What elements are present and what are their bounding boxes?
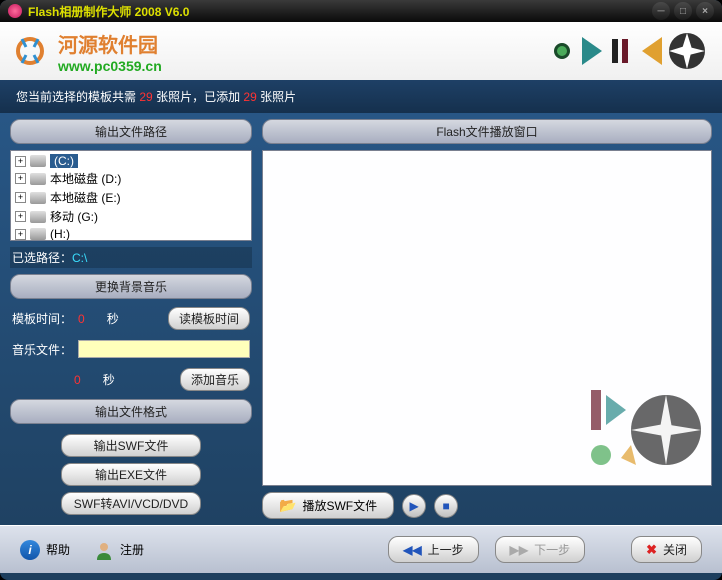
- output-path-header: 输出文件路径: [10, 119, 252, 144]
- tree-item[interactable]: + 本地磁盘 (E:): [13, 188, 249, 207]
- close-button[interactable]: ×: [696, 2, 714, 20]
- playback-controls: 📂 播放SWF文件 ▶ ■: [262, 492, 712, 519]
- tree-item[interactable]: + 移动 (G:): [13, 207, 249, 226]
- output-swf-button[interactable]: 输出SWF文件: [61, 434, 201, 457]
- minimize-button[interactable]: ─: [652, 2, 670, 20]
- template-time-value: 0: [78, 312, 85, 326]
- disk-icon: [30, 192, 46, 204]
- add-music-button[interactable]: 添加音乐: [180, 368, 250, 391]
- read-template-time-button[interactable]: 读模板时间: [168, 307, 250, 330]
- register-button[interactable]: 注册: [94, 540, 144, 560]
- user-icon: [94, 540, 114, 560]
- stop-button[interactable]: ■: [434, 494, 458, 518]
- prev-label: 上一步: [428, 541, 464, 558]
- logo-area: 河源软件园 www.pc0359.cn: [58, 29, 162, 74]
- disk-icon: [30, 228, 46, 240]
- tree-item[interactable]: + (H:): [13, 226, 249, 241]
- output-exe-button[interactable]: 输出EXE文件: [61, 463, 201, 486]
- bgm-header: 更换背景音乐: [10, 274, 252, 299]
- prev-button[interactable]: ◀◀ 上一步: [388, 536, 478, 563]
- required-count: 29: [139, 90, 152, 104]
- header: 河源软件园 www.pc0359.cn: [0, 22, 722, 80]
- status-suffix: 张照片: [260, 90, 296, 104]
- play-swf-label: 播放SWF文件: [302, 497, 377, 514]
- added-count: 29: [243, 90, 256, 104]
- close-x-icon: ✖: [646, 542, 657, 558]
- next-label: 下一步: [534, 541, 570, 558]
- folder-icon: 📂: [279, 497, 296, 514]
- main-content: 输出文件路径 + (C:) + 本地磁盘 (D:) + 本地磁盘 (E:): [0, 113, 722, 525]
- brand-url: www.pc0359.cn: [58, 58, 162, 74]
- music-file-row: 音乐文件：: [10, 338, 252, 360]
- close-app-button[interactable]: ✖ 关闭: [631, 536, 702, 563]
- disk-icon: [30, 173, 46, 185]
- app-icon: [8, 4, 22, 18]
- tree-item-label: 本地磁盘 (E:): [50, 189, 121, 206]
- stop-icon: ■: [442, 499, 449, 513]
- help-label: 帮助: [46, 541, 70, 558]
- play-button[interactable]: ▶: [402, 494, 426, 518]
- tree-item-label: 移动 (G:): [50, 208, 98, 225]
- play-icon: ▶: [409, 499, 418, 513]
- footer-left: i 帮助 注册: [20, 540, 372, 560]
- expand-icon[interactable]: +: [15, 173, 26, 184]
- next-button[interactable]: ▶▶ 下一步: [495, 536, 585, 563]
- status-bar: 您当前选择的模板共需 29 张照片，已添加 29 张照片: [0, 80, 722, 113]
- disk-icon: [30, 211, 46, 223]
- template-time-row: 模板时间： 0 秒 读模板时间: [10, 305, 252, 332]
- window-controls: ─ □ ×: [652, 2, 714, 20]
- tree-item-label: (H:): [50, 227, 70, 241]
- register-label: 注册: [120, 541, 144, 558]
- info-icon: i: [20, 540, 40, 560]
- header-decoration-icon: [532, 27, 712, 75]
- play-swf-file-button[interactable]: 📂 播放SWF文件: [262, 492, 394, 519]
- arrow-right-icon: ▶▶: [510, 543, 528, 557]
- output-buttons: 输出SWF文件 输出EXE文件 SWF转AVI/VCD/DVD: [10, 430, 252, 519]
- swf-convert-button[interactable]: SWF转AVI/VCD/DVD: [61, 492, 201, 515]
- selected-path-label: 已选路径：: [12, 251, 72, 265]
- titlebar: Flash相册制作大师 2008 V6.0 ─ □ ×: [0, 0, 722, 22]
- seconds-label: 秒: [107, 310, 119, 327]
- file-tree[interactable]: + (C:) + 本地磁盘 (D:) + 本地磁盘 (E:) +: [10, 150, 252, 241]
- tree-item-label: (C:): [50, 154, 78, 168]
- expand-icon[interactable]: +: [15, 156, 26, 167]
- tree-item-label: 本地磁盘 (D:): [50, 170, 121, 187]
- preview-header: Flash文件播放窗口: [262, 119, 712, 144]
- logo-icon: [10, 31, 50, 71]
- music-duration-value: 0: [74, 373, 81, 387]
- output-format-header: 输出文件格式: [10, 399, 252, 424]
- music-file-input[interactable]: [78, 340, 250, 358]
- status-prefix: 您当前选择的模板共需: [16, 90, 136, 104]
- tree-item[interactable]: + (C:): [13, 153, 249, 169]
- maximize-button[interactable]: □: [674, 2, 692, 20]
- right-panel: Flash文件播放窗口 📂 播放SWF文件 ▶: [262, 119, 712, 519]
- brand-name: 河源软件园: [58, 29, 162, 58]
- expand-icon[interactable]: +: [15, 211, 26, 222]
- selected-path-value: C:\: [72, 251, 87, 265]
- footer: i 帮助 注册 ◀◀ 上一步 ▶▶ 下一步 ✖ 关闭: [0, 525, 722, 573]
- tree-item[interactable]: + 本地磁盘 (D:): [13, 169, 249, 188]
- left-panel: 输出文件路径 + (C:) + 本地磁盘 (D:) + 本地磁盘 (E:): [10, 119, 252, 519]
- template-time-label: 模板时间：: [12, 310, 72, 327]
- status-mid: 张照片，已添加: [156, 90, 240, 104]
- expand-icon[interactable]: +: [15, 229, 26, 240]
- preview-decoration-icon: [576, 370, 706, 480]
- help-button[interactable]: i 帮助: [20, 540, 70, 560]
- app-window: Flash相册制作大师 2008 V6.0 ─ □ × 河源软件园 www.pc…: [0, 0, 722, 580]
- music-file-label: 音乐文件：: [12, 341, 72, 358]
- selected-path: 已选路径：C:\: [10, 247, 252, 268]
- expand-icon[interactable]: +: [15, 192, 26, 203]
- preview-area: [262, 150, 712, 486]
- close-label: 关闭: [663, 541, 687, 558]
- window-title: Flash相册制作大师 2008 V6.0: [28, 3, 652, 20]
- arrow-left-icon: ◀◀: [403, 543, 421, 557]
- seconds-label: 秒: [103, 371, 115, 388]
- music-duration-row: 0 秒 添加音乐: [10, 366, 252, 393]
- disk-icon: [30, 155, 46, 167]
